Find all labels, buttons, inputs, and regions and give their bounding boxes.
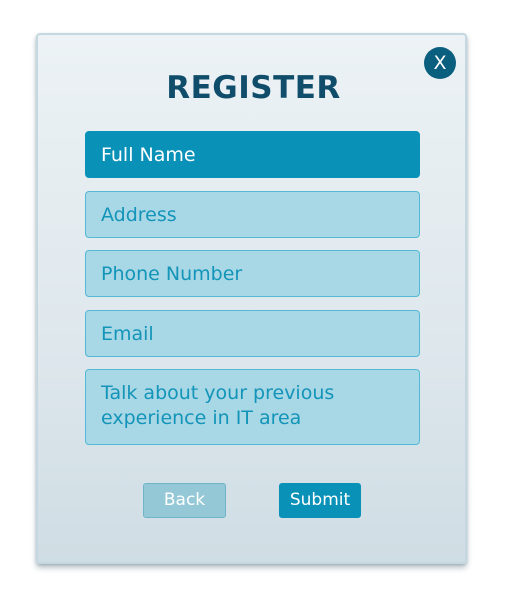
dialog-title: REGISTER — [166, 70, 341, 106]
full-name-field[interactable]: Full Name — [85, 131, 420, 178]
back-button[interactable]: Back — [143, 483, 226, 518]
register-dialog — [36, 33, 467, 564]
experience-textarea[interactable]: Talk about your previous experience in I… — [85, 369, 420, 445]
address-field[interactable]: Address — [85, 191, 420, 238]
register-screen: X REGISTER Full Name Address Phone Numbe… — [0, 0, 505, 605]
email-field[interactable]: Email — [85, 310, 420, 357]
phone-number-field[interactable]: Phone Number — [85, 250, 420, 297]
submit-button[interactable]: Submit — [279, 483, 361, 518]
